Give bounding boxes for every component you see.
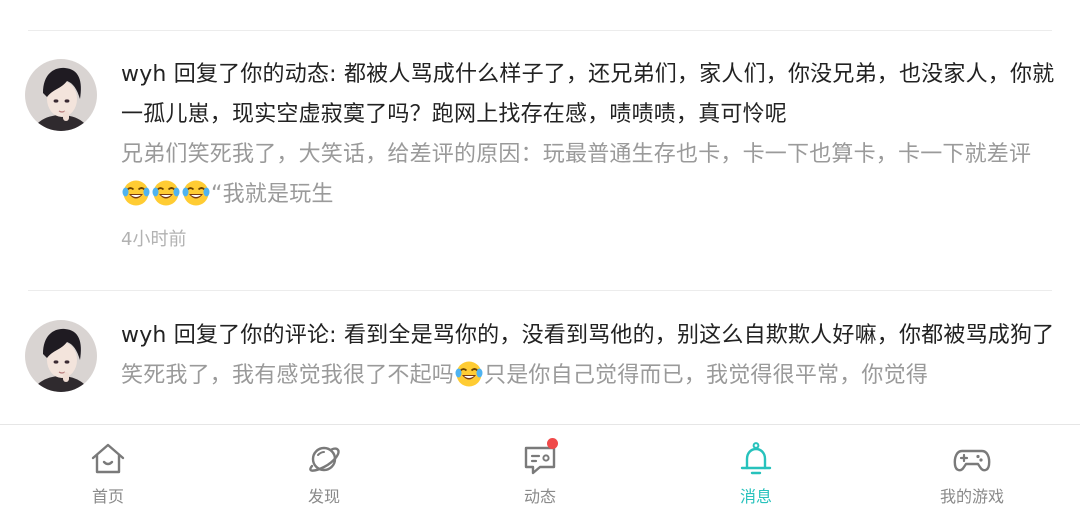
tab-messages[interactable]: 消息 (696, 439, 816, 507)
laughing-tears-emoji-icon (182, 180, 210, 206)
message-icon (520, 438, 560, 479)
tab-label: 消息 (739, 487, 772, 506)
planet-icon (304, 439, 344, 479)
tab-label: 首页 (91, 487, 124, 506)
tab-label: 发现 (307, 487, 340, 506)
quoted-text-tail: “我就是玩生 (211, 182, 334, 207)
reply-text: wyh 回复了你的动态: 都被人骂成什么样子了，还兄弟们，家人们，你没兄弟，也没… (121, 55, 1057, 135)
username[interactable]: wyh (121, 323, 167, 348)
avatar[interactable] (25, 320, 97, 392)
divider (28, 30, 1052, 31)
tab-discover[interactable]: 发现 (264, 439, 384, 507)
message-feed[interactable]: wyh 回复了你的动态: 都被人骂成什么样子了，还兄弟们，家人们，你没兄弟，也没… (0, 0, 1080, 424)
quoted-post[interactable]: 兄弟们笑死我了，大笑话，给差评的原因：玩最普通生存也卡，卡一下也算卡，卡一下就差… (121, 135, 1057, 215)
quoted-text: 兄弟们笑死我了，大笑话，给差评的原因：玩最普通生存也卡，卡一下也算卡，卡一下就差… (121, 142, 1032, 167)
laughing-tears-emoji-icon (152, 180, 180, 206)
quoted-text: 笑死我了，我有感觉我很了不起吗 (121, 363, 455, 388)
quoted-comment[interactable]: 笑死我了，我有感觉我很了不起吗 只是你自己觉得而已，我觉得很平常，你觉得 (121, 356, 1057, 396)
reply-action: 回复了你的动态: (166, 62, 344, 87)
bottom-tab-bar: 首页 发现 动态 消息 我的游戏 (0, 424, 1080, 520)
reply-text: wyh 回复了你的评论: 看到全是骂你的，没看到骂他的，别这么自欺欺人好嘛，你都… (121, 316, 1057, 356)
tab-label: 我的游戏 (939, 487, 1004, 506)
messages-screen: wyh 回复了你的动态: 都被人骂成什么样子了，还兄弟们，家人们，你没兄弟，也没… (0, 0, 1080, 520)
home-icon (88, 439, 128, 479)
tab-my-games[interactable]: 我的游戏 (912, 439, 1032, 507)
avatar[interactable] (25, 59, 97, 131)
tab-feed[interactable]: 动态 (480, 438, 600, 507)
username[interactable]: wyh (121, 62, 167, 87)
laughing-tears-emoji-icon (455, 361, 483, 387)
tab-home[interactable]: 首页 (48, 439, 168, 507)
timestamp: 4小时前 (121, 229, 187, 250)
tab-label: 动态 (523, 487, 556, 506)
bell-icon (736, 439, 776, 479)
reply-content: 看到全是骂你的，没看到骂他的，别这么自欺欺人好嘛，你都被骂成狗了 (343, 323, 1055, 348)
gamepad-icon (952, 439, 992, 479)
quoted-text-tail: 只是你自己觉得而已，我觉得很平常，你觉得 (484, 363, 929, 388)
notification-badge (547, 438, 558, 449)
reply-action: 回复了你的评论: (166, 323, 344, 348)
laughing-tears-emoji-icon (122, 180, 150, 206)
divider (28, 290, 1052, 291)
